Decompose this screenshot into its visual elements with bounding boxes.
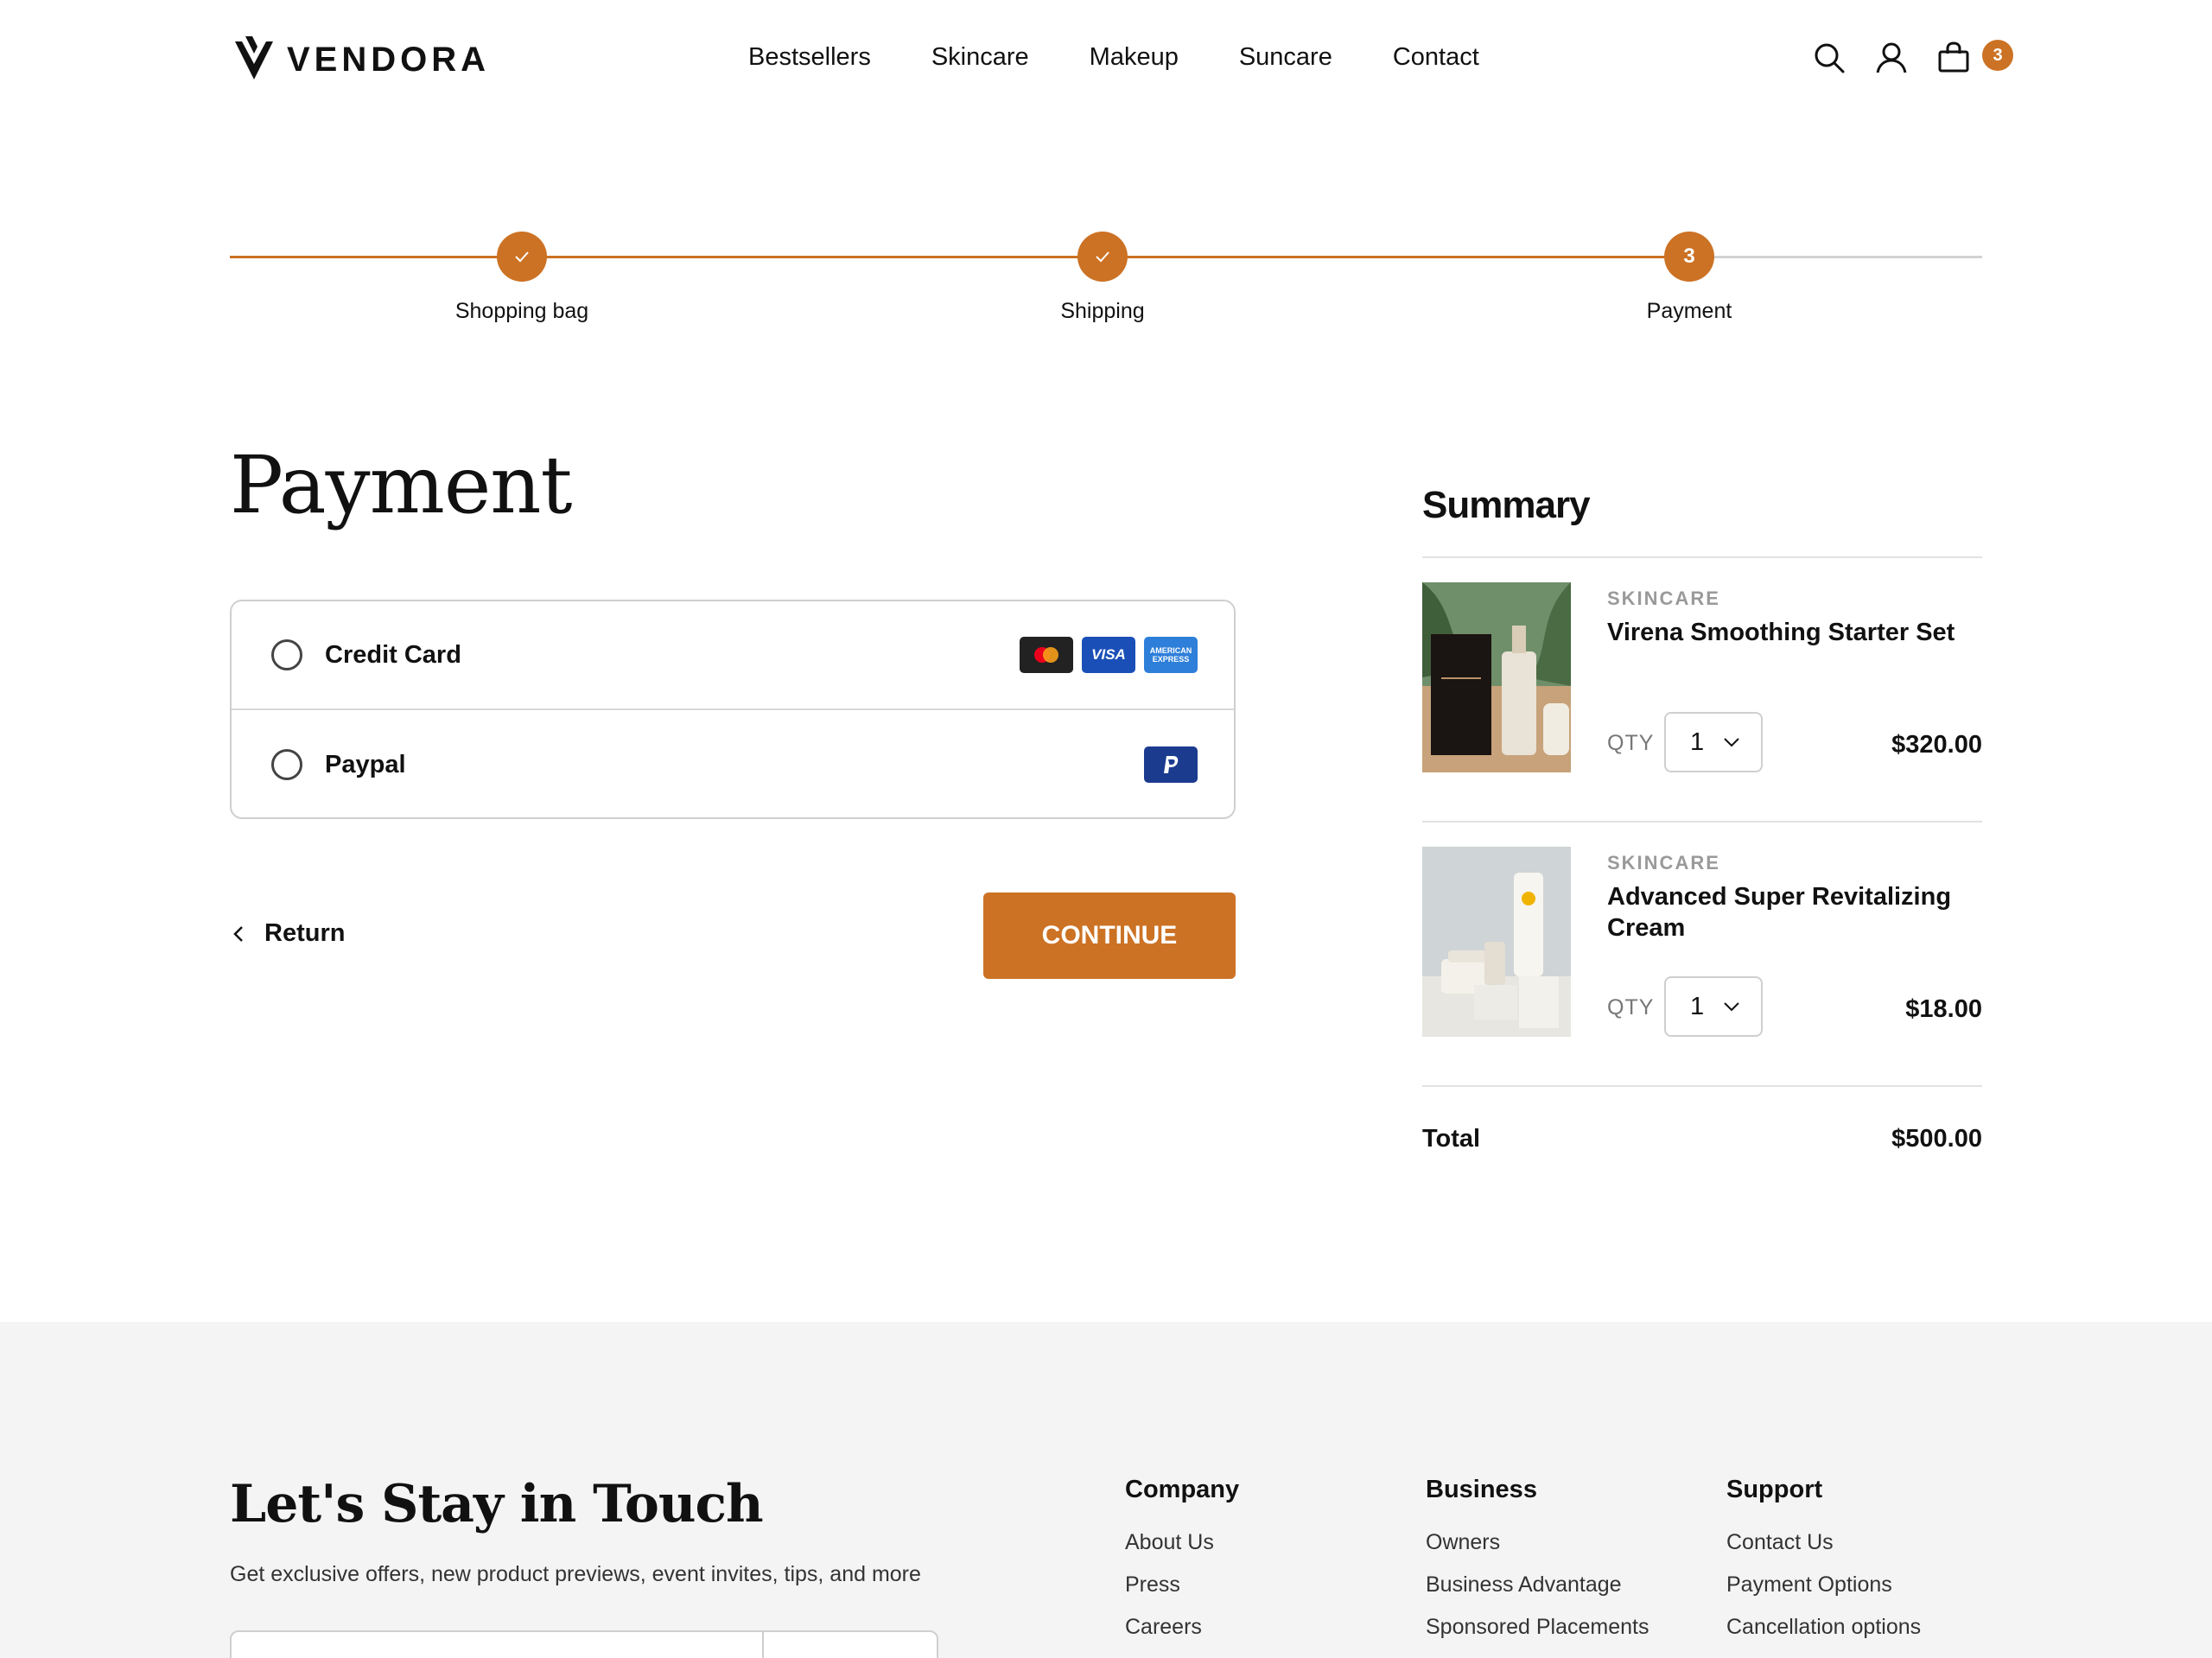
newsletter-submit-button[interactable]	[766, 1632, 938, 1658]
step-shopping-bag[interactable]: Shopping bag	[392, 232, 652, 324]
footer-link-cancellation-options[interactable]: Cancellation options	[1726, 1615, 1921, 1640]
payment-methods: Credit Card VISA AMERICAN EXPRESS Paypal	[230, 600, 1236, 819]
footer-column-company: Company About Us Press Careers	[1125, 1476, 1239, 1657]
cart-count-badge: 3	[1982, 40, 2013, 71]
product-price: $18.00	[1905, 995, 1982, 1023]
shopping-bag-icon	[1938, 41, 1969, 73]
paypal-icon	[1144, 746, 1198, 783]
brand-logo[interactable]: VENDORA	[233, 35, 490, 85]
quantity-select[interactable]: 1	[1664, 712, 1763, 772]
footer-link-careers[interactable]: Careers	[1125, 1615, 1239, 1640]
footer-subtitle: Get exclusive offers, new product previe…	[230, 1562, 921, 1586]
footer-link-sponsored-placements[interactable]: Sponsored Placements	[1426, 1615, 1649, 1640]
payment-option-label: Credit Card	[325, 640, 461, 669]
step-shipping[interactable]: Shipping	[973, 232, 1232, 324]
summary-item: SKINCARE Virena Smoothing Starter Set QT…	[1422, 558, 1982, 823]
footer-link-payment-options[interactable]: Payment Options	[1726, 1572, 1921, 1598]
visa-icon: VISA	[1082, 637, 1135, 673]
brand-name: VENDORA	[287, 40, 491, 79]
site-footer: Let's Stay in Touch Get exclusive offers…	[0, 1322, 2212, 1658]
nav-item-makeup[interactable]: Makeup	[1090, 43, 1179, 72]
footer-column-business: Business Owners Business Advantage Spons…	[1426, 1476, 1649, 1657]
total-value: $500.00	[1891, 1124, 1982, 1153]
main-nav: Bestsellers Skincare Makeup Suncare Cont…	[748, 43, 1479, 72]
footer-column-heading: Support	[1726, 1476, 1823, 1503]
page-title: Payment	[230, 439, 572, 531]
newsletter-email-input[interactable]	[232, 1632, 764, 1658]
step-label: Shipping	[1060, 299, 1145, 323]
quantity-select[interactable]: 1	[1664, 976, 1763, 1037]
payment-option-label: Paypal	[325, 750, 406, 778]
quantity-value: 1	[1690, 727, 1705, 756]
continue-button[interactable]: CONTINUE	[983, 893, 1236, 979]
step-number-dot: 3	[1664, 232, 1714, 282]
qty-label: QTY	[1607, 995, 1655, 1020]
search-icon[interactable]	[1813, 41, 1846, 74]
footer-title: Let's Stay in Touch	[230, 1474, 764, 1534]
user-icon[interactable]	[1875, 41, 1908, 74]
payment-option-paypal[interactable]: Paypal	[232, 710, 1234, 819]
paypal-logos	[1144, 746, 1198, 783]
cart-button[interactable]: 3	[1937, 40, 2013, 74]
order-summary: Summary SKINCARE Virena Smoothing Starte…	[1422, 484, 1982, 1191]
quantity-value: 1	[1690, 992, 1705, 1020]
product-image	[1422, 582, 1571, 772]
product-name[interactable]: Advanced Super Revitalizing Cream	[1607, 881, 1970, 943]
footer-column-support: Support Contact Us Payment Options Cance…	[1726, 1476, 1921, 1657]
footer-link-press[interactable]: Press	[1125, 1572, 1239, 1598]
summary-item: SKINCARE Advanced Super Revitalizing Cre…	[1422, 823, 1982, 1087]
step-label: Shopping bag	[454, 299, 589, 323]
check-icon	[1096, 251, 1109, 263]
step-complete-dot	[497, 232, 547, 282]
check-icon	[515, 251, 529, 263]
nav-item-bestsellers[interactable]: Bestsellers	[748, 43, 871, 72]
radio-button[interactable]	[271, 749, 302, 780]
return-label: Return	[264, 919, 346, 947]
nav-item-contact[interactable]: Contact	[1393, 43, 1479, 72]
step-label: Payment	[1646, 299, 1732, 323]
step-payment: 3 Payment	[1560, 232, 1819, 324]
chevron-left-icon	[233, 925, 243, 942]
nav-item-skincare[interactable]: Skincare	[931, 43, 1029, 72]
product-category: SKINCARE	[1607, 852, 1720, 873]
checkout-stepper: Shopping bag Shipping 3 Payment	[230, 232, 1982, 335]
header-actions: 3	[1813, 40, 2013, 74]
payment-option-credit-card[interactable]: Credit Card VISA AMERICAN EXPRESS	[232, 601, 1234, 710]
chevron-down-icon	[1724, 1002, 1739, 1012]
summary-title: Summary	[1422, 484, 1982, 558]
total-label: Total	[1422, 1124, 1481, 1153]
mastercard-icon	[1020, 637, 1073, 673]
step-complete-dot	[1077, 232, 1128, 282]
footer-column-heading: Company	[1125, 1476, 1240, 1503]
footer-link-owners[interactable]: Owners	[1426, 1530, 1649, 1555]
return-link[interactable]: Return	[230, 919, 345, 948]
product-category: SKINCARE	[1607, 588, 1720, 609]
nav-item-suncare[interactable]: Suncare	[1239, 43, 1332, 72]
card-logos: VISA AMERICAN EXPRESS	[1020, 637, 1198, 673]
newsletter-form	[230, 1630, 938, 1658]
site-header: VENDORA Bestsellers Skincare Makeup Sunc…	[0, 0, 2212, 125]
footer-link-about-us[interactable]: About Us	[1125, 1530, 1239, 1555]
product-name[interactable]: Virena Smoothing Starter Set	[1607, 617, 1970, 648]
product-price: $320.00	[1891, 731, 1982, 759]
summary-total: Total $500.00	[1422, 1087, 1982, 1191]
qty-label: QTY	[1607, 731, 1655, 755]
vendora-logo-icon	[235, 36, 273, 79]
footer-link-business-advantage[interactable]: Business Advantage	[1426, 1572, 1649, 1598]
radio-button[interactable]	[271, 639, 302, 670]
footer-column-heading: Business	[1426, 1476, 1537, 1503]
amex-icon: AMERICAN EXPRESS	[1144, 637, 1198, 673]
footer-link-contact-us[interactable]: Contact Us	[1726, 1530, 1921, 1555]
product-image	[1422, 847, 1571, 1037]
chevron-down-icon	[1724, 738, 1739, 747]
